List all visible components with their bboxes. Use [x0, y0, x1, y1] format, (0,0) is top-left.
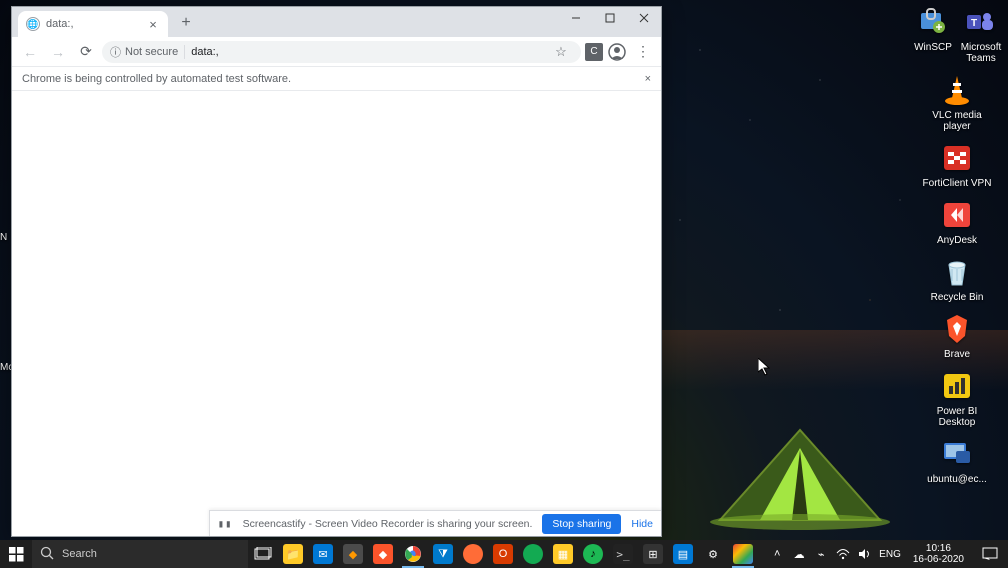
desktop-icon-label: AnyDesk	[922, 235, 992, 246]
tray-onedrive-icon[interactable]: ☁	[791, 546, 807, 562]
share-text: Screencastify - Screen Video Recorder is…	[243, 518, 533, 530]
toolbar: ← → ⟳ ⓘ Not secure data:, ☆ C ⋮	[12, 37, 661, 67]
search-icon	[40, 546, 54, 563]
info-icon: ⓘ	[110, 44, 121, 60]
desktop-icon-label: Power BI Desktop	[922, 406, 992, 428]
automation-infobar: Chrome is being controlled by automated …	[12, 67, 661, 91]
new-tab-button[interactable]: +	[174, 11, 198, 35]
kebab-menu-button[interactable]: ⋮	[631, 40, 655, 64]
desktop-icon-label: Microsoft Teams	[959, 42, 1003, 64]
tray-volume-icon[interactable]	[857, 546, 873, 562]
desktop-icon-label: ubuntu@ec...	[922, 474, 992, 485]
reload-button[interactable]: ⟳	[74, 40, 98, 64]
browser-tab[interactable]: 🌐 data:, ×	[18, 11, 168, 37]
desktop-icon-winscp[interactable]: WinSCP	[911, 4, 955, 64]
clock-time: 10:16	[913, 543, 964, 554]
stop-sharing-button[interactable]: Stop sharing	[542, 514, 621, 534]
chrome-window: 🌐 data:, × + ← → ⟳ ⓘ Not secure data:,	[11, 6, 662, 537]
desktop-icon-brave[interactable]: Brave	[922, 311, 992, 360]
taskbar-mongodb[interactable]	[518, 540, 548, 568]
window-minimize-button[interactable]	[559, 7, 593, 29]
window-maximize-button[interactable]	[593, 7, 627, 29]
clock-date: 16-06-2020	[913, 554, 964, 565]
desktop-icon-teams[interactable]: T Microsoft Teams	[959, 4, 1003, 64]
back-button[interactable]: ←	[18, 40, 42, 64]
taskbar-brave[interactable]: ◆	[368, 540, 398, 568]
tray-language[interactable]: ENG	[879, 546, 901, 562]
url-text: data:,	[191, 46, 543, 58]
tab-title: data:,	[46, 18, 140, 30]
taskbar: Search 📁 ✉ ◆ ◆ ⧩ O ▦ ♪ >_ ⊞ ▤ ⚙ ˄ ☁ ⌁	[0, 540, 1008, 568]
taskbar-sublime[interactable]: ◆	[338, 540, 368, 568]
infobar-close-icon[interactable]: ×	[645, 73, 651, 85]
taskbar-postman[interactable]	[458, 540, 488, 568]
svg-text:T: T	[971, 18, 977, 29]
desktop-icon-forticlient[interactable]: FortiClient VPN	[922, 140, 992, 189]
start-button[interactable]	[0, 540, 32, 568]
desktop-icon-label: WinSCP	[911, 42, 955, 53]
taskbar-mail[interactable]: ✉	[308, 540, 338, 568]
desktop-icon-label: VLC media player	[922, 110, 992, 132]
tray-chevron-up-icon[interactable]: ˄	[769, 546, 785, 562]
tray-bluetooth-icon[interactable]: ⌁	[813, 546, 829, 562]
action-center-button[interactable]	[976, 547, 1004, 561]
taskbar-spotify[interactable]: ♪	[578, 540, 608, 568]
desktop-icon-anydesk[interactable]: AnyDesk	[922, 197, 992, 246]
desktop-icon-label: FortiClient VPN	[922, 178, 992, 189]
infobar-message: Chrome is being controlled by automated …	[22, 73, 645, 85]
desktop-icon-powerbi[interactable]: Power BI Desktop	[922, 368, 992, 428]
hide-share-bar[interactable]: Hide	[631, 518, 653, 530]
profile-button[interactable]	[605, 40, 629, 64]
desktop-icon-ubuntu-rdp[interactable]: ubuntu@ec...	[922, 436, 992, 485]
tab-close-icon[interactable]: ×	[146, 17, 160, 31]
desktop-icon-label: Brave	[922, 349, 992, 360]
taskbar-settings[interactable]: ⚙	[698, 540, 728, 568]
system-tray: ˄ ☁ ⌁ ENG 10:16 16-06-2020	[765, 540, 1008, 568]
search-placeholder: Search	[62, 548, 97, 560]
security-label: Not secure	[125, 46, 178, 58]
taskbar-explorer[interactable]: 📁	[278, 540, 308, 568]
taskbar-vscode[interactable]: ⧩	[428, 540, 458, 568]
tray-wifi-icon[interactable]	[835, 546, 851, 562]
page-content: ▮▮ Screencastify - Screen Video Recorder…	[12, 91, 661, 536]
taskbar-notes[interactable]: ▦	[548, 540, 578, 568]
taskbar-chrome-automation[interactable]	[728, 540, 758, 568]
taskbar-clock[interactable]: 10:16 16-06-2020	[907, 543, 970, 565]
desktop-icon-label: Recycle Bin	[922, 292, 992, 303]
task-view-button[interactable]	[248, 540, 278, 568]
desktop-icon-recyclebin[interactable]: Recycle Bin	[922, 254, 992, 303]
taskbar-chrome[interactable]	[398, 540, 428, 568]
pause-icon[interactable]: ▮▮	[218, 518, 233, 530]
taskbar-calc[interactable]: ⊞	[638, 540, 668, 568]
forward-button[interactable]: →	[46, 40, 70, 64]
address-bar[interactable]: ⓘ Not secure data:, ☆	[102, 41, 581, 63]
screen-share-bar: ▮▮ Screencastify - Screen Video Recorder…	[209, 510, 661, 536]
globe-icon: 🌐	[26, 17, 40, 31]
taskbar-cmd[interactable]: >_	[608, 540, 638, 568]
desktop-icon-vlc[interactable]: VLC media player	[922, 72, 992, 132]
tab-strip: 🌐 data:, × +	[12, 7, 661, 37]
extension-button[interactable]: C	[585, 43, 603, 61]
window-close-button[interactable]	[627, 7, 661, 29]
taskbar-office[interactable]: O	[488, 540, 518, 568]
taskbar-search[interactable]: Search	[32, 540, 248, 568]
bookmark-star-icon[interactable]: ☆	[549, 40, 573, 64]
taskbar-vm[interactable]: ▤	[668, 540, 698, 568]
